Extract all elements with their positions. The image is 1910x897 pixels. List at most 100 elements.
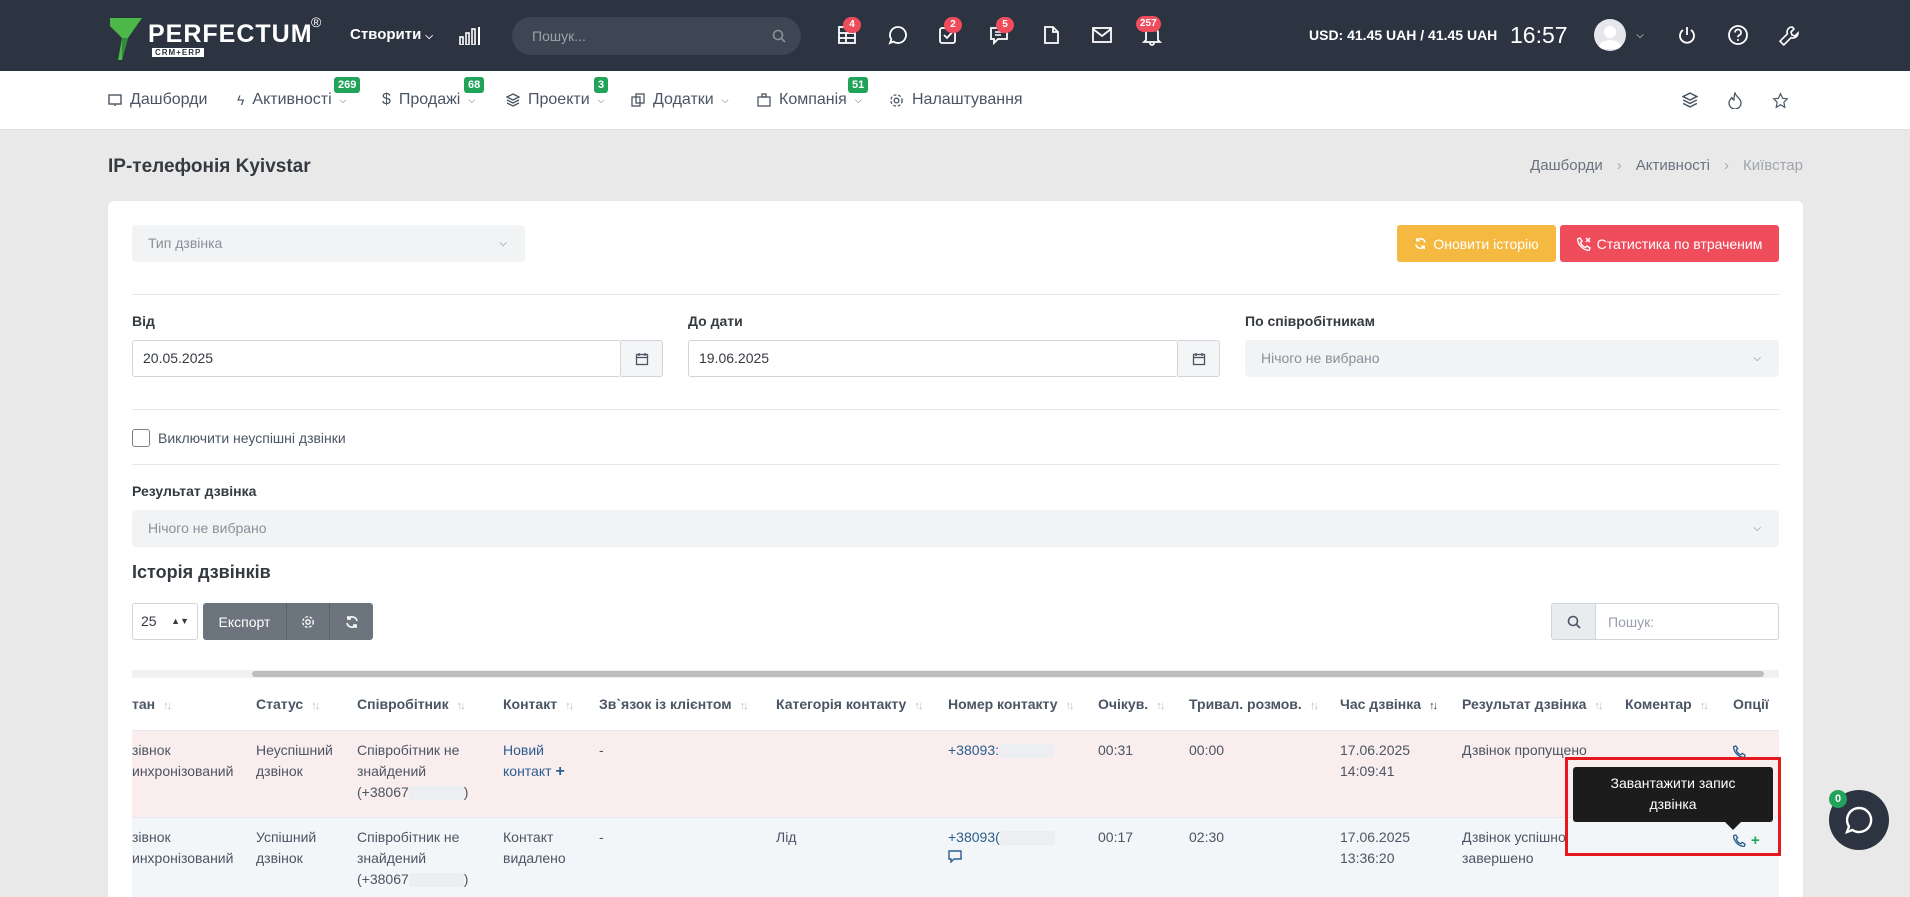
export-label: Експорт	[218, 613, 271, 630]
bar-chart-icon[interactable]	[459, 26, 481, 46]
search-icon[interactable]	[1551, 603, 1596, 640]
export-button[interactable]: Експорт	[203, 603, 287, 640]
sort-icon: ↑↓	[1594, 700, 1603, 712]
column-header[interactable]: Коментар ↑↓	[1625, 696, 1709, 712]
sort-icon: ↑↓	[311, 700, 320, 712]
star-icon[interactable]	[1770, 90, 1790, 110]
table-search-input[interactable]	[1596, 603, 1779, 640]
employees-select[interactable]: Нічого не вибрано ⌵	[1245, 340, 1779, 377]
table-header: тан ↑↓ Статус ↑↓ Співробітник ↑↓ Контакт ↑↓ …	[132, 678, 1779, 731]
column-settings-button[interactable]	[287, 603, 330, 640]
column-header[interactable]: Співробітник ↑↓	[357, 696, 466, 712]
nav-projects[interactable]: Проекти ⌵ 3	[506, 77, 609, 109]
tooltip-line: Завантажити запис	[1610, 775, 1736, 791]
missed-stats-label: Статистика по втраченим	[1596, 235, 1763, 252]
nav-activities-label: Активності	[252, 91, 332, 108]
search-icon[interactable]	[771, 28, 787, 44]
nav-activities[interactable]: ϟ Активності ⌵ 269	[237, 77, 361, 109]
logo-registered: ®	[311, 14, 322, 30]
call-time-cell: 17.06.2025 14:09:41	[1340, 742, 1411, 779]
nav-projects-label: Проекти	[528, 91, 590, 108]
nav-dashboards[interactable]: Дашборди	[108, 91, 207, 109]
column-header[interactable]: тан ↑↓	[132, 696, 172, 712]
sms-icon[interactable]	[948, 848, 1055, 869]
reload-table-button[interactable]	[330, 603, 373, 640]
column-header[interactable]: Результат дзвінка ↑↓	[1462, 696, 1603, 712]
breadcrumb-item[interactable]: Дашборди	[1530, 157, 1603, 174]
column-header[interactable]: Опції	[1733, 696, 1769, 712]
exclude-failed-checkbox[interactable]	[132, 429, 150, 447]
breadcrumb: Дашборди › Активності › Київстар	[1530, 157, 1803, 174]
table-row: зівнок инхронізований Успішний дзвінок Спі…	[132, 817, 1779, 897]
column-header[interactable]: Статус ↑↓	[256, 696, 320, 712]
table-toolbar: Експорт	[203, 603, 373, 640]
relation-cell: -	[599, 829, 604, 845]
nav-company[interactable]: Компанія ⌵ 51	[757, 77, 869, 109]
missed-stats-button[interactable]: Статистика по втраченим	[1560, 225, 1779, 262]
horizontal-scrollbar[interactable]	[132, 670, 1779, 678]
nav-sales[interactable]: $ Продажі ⌵ 68	[382, 77, 485, 109]
result-cell: Дзвінок успішно завершено	[1462, 829, 1566, 866]
chat-badge: 0	[1829, 790, 1847, 808]
logo-mark-icon	[110, 18, 142, 60]
wrench-icon[interactable]	[1777, 24, 1801, 48]
category-cell: Лід	[776, 829, 797, 845]
column-header[interactable]: Контакт ↑↓	[503, 696, 574, 712]
logo[interactable]: PERFECTUM ® CRM+ERP	[108, 14, 328, 60]
status-cell: Неуспішний дзвінок	[256, 742, 333, 779]
sort-icon: ↑↓	[456, 700, 466, 712]
chat-bubble-icon[interactable]	[887, 24, 909, 46]
duration-cell: 00:00	[1189, 742, 1225, 758]
briefcase-icon	[757, 93, 771, 107]
column-header[interactable]: Час дзвінка ↑↓	[1340, 696, 1438, 712]
tables-badge: 4	[843, 17, 861, 33]
plus-icon[interactable]: +	[555, 763, 564, 780]
call-type-select[interactable]: Тип дзвінка ⌵	[132, 225, 525, 262]
column-header[interactable]: Тривал. розмов. ↑↓	[1189, 696, 1319, 712]
calendar-icon[interactable]	[1178, 340, 1220, 377]
nav-addons-label: Додатки	[653, 91, 714, 108]
column-header[interactable]: Зв`язок із клієнтом ↑↓	[599, 696, 749, 712]
call-time-cell: 17.06.2025 13:36:20	[1340, 829, 1411, 866]
page-size-select[interactable]: 25 ▲▼	[132, 603, 198, 640]
mail-icon[interactable]	[1090, 25, 1114, 45]
create-menu-button[interactable]: Створити ⌵	[350, 26, 433, 43]
chevron-down-icon: ⌵	[1753, 523, 1761, 534]
to-date-input[interactable]: 19.06.2025	[688, 340, 1178, 377]
avatar[interactable]	[1594, 19, 1626, 51]
monitor-icon	[108, 94, 122, 106]
column-header[interactable]: Номер контакту ↑↓	[948, 696, 1075, 712]
column-header[interactable]: Категорія контакту ↑↓	[776, 696, 923, 712]
wait-cell: 00:17	[1098, 829, 1134, 845]
nav-addons[interactable]: Додатки ⌵	[631, 91, 729, 109]
sort-icon: ↑↓	[1065, 700, 1075, 712]
fire-icon[interactable]	[1725, 90, 1745, 110]
breadcrumb-item[interactable]: Активності	[1636, 157, 1710, 174]
redacted-mask	[999, 744, 1054, 759]
redacted-mask	[408, 873, 464, 888]
calendar-icon[interactable]	[621, 340, 663, 377]
phone-cell[interactable]: +38093:	[948, 740, 1054, 761]
column-header[interactable]: Очікув. ↑↓	[1098, 696, 1165, 712]
power-icon[interactable]	[1676, 24, 1698, 46]
phone-cell[interactable]: +38093(	[948, 827, 1055, 869]
scrollbar-thumb[interactable]	[252, 671, 1764, 677]
exclude-failed-label[interactable]: Виключити неуспішні дзвінки	[158, 430, 346, 446]
global-search-input[interactable]	[532, 17, 762, 55]
contact-cell: Контакт видалено	[503, 829, 566, 866]
nav-settings[interactable]: Налаштування	[889, 91, 1023, 109]
chevron-down-icon: ⌵	[1753, 353, 1761, 364]
from-date-input[interactable]: 20.05.2025	[132, 340, 621, 377]
contact-cell[interactable]: Новий контакт +	[503, 740, 565, 782]
refresh-history-button[interactable]: Оновити історію	[1397, 225, 1556, 262]
file-icon[interactable]	[1040, 24, 1062, 46]
help-icon[interactable]	[1727, 24, 1749, 46]
global-search[interactable]	[512, 17, 801, 55]
user-menu-chevron-icon[interactable]: ⌵	[1633, 28, 1647, 42]
nav-sales-label: Продажі	[398, 91, 461, 108]
nav-sales-badge: 68	[464, 77, 485, 93]
main-nav: Дашборди ϟ Активності ⌵ 269 $ Продажі ⌵ 68…	[0, 71, 1910, 130]
layers-icon[interactable]	[1680, 90, 1700, 110]
nav-settings-label: Налаштування	[912, 91, 1023, 108]
call-result-select[interactable]: Нічого не вибрано ⌵	[132, 510, 1779, 547]
